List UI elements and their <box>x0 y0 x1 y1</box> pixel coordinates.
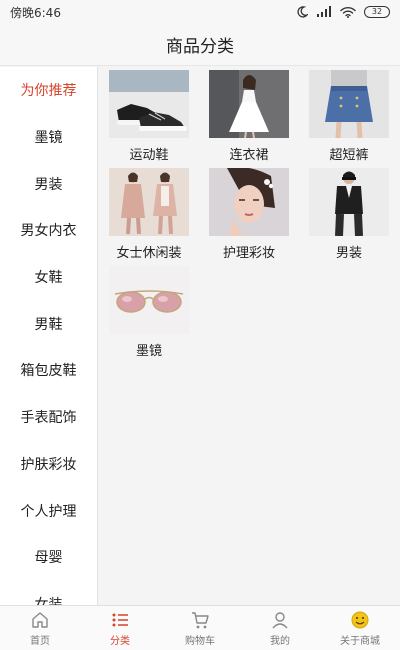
sidebar-item-label: 手表配饰 <box>20 410 77 427</box>
womens-casual-image <box>109 168 189 236</box>
tab-mine[interactable]: 我的 <box>240 606 320 650</box>
signal-icon <box>316 6 332 18</box>
tab-label: 首页 <box>30 635 50 647</box>
smiley-icon <box>350 610 370 630</box>
page-title: 商品分类 <box>166 37 234 57</box>
battery-icon: 32 <box>364 6 390 18</box>
sidebar-item-label: 女装 <box>34 596 63 605</box>
product-item-sunglasses[interactable]: 墨镜 <box>99 266 199 362</box>
makeup-image <box>209 168 289 236</box>
tab-category[interactable]: 分类 <box>80 606 160 650</box>
tab-about[interactable]: 关于商城 <box>320 606 400 650</box>
tab-home[interactable]: 首页 <box>0 606 80 650</box>
status-bar: 傍晚6:46 32 <box>0 0 400 24</box>
tab-label: 关于商城 <box>340 635 380 647</box>
product-item-denim-skirt[interactable]: 超短裤 <box>299 70 399 166</box>
user-icon <box>270 610 290 630</box>
sidebar-item-recommend[interactable]: 为你推荐 <box>0 67 97 114</box>
sidebar-item-label: 男装 <box>34 176 63 193</box>
denim-skirt-image <box>309 70 389 138</box>
sidebar-item-baby[interactable]: 母婴 <box>0 534 97 581</box>
menswear-image <box>309 168 389 236</box>
sidebar-item-label: 墨镜 <box>34 130 63 147</box>
product-label: 护理彩妆 <box>222 246 275 261</box>
title-bar: 商品分类 <box>0 24 400 66</box>
status-time: 傍晚6:46 <box>10 5 61 20</box>
product-label: 超短裤 <box>329 148 369 163</box>
sidebar-item-menswear[interactable]: 男装 <box>0 160 97 207</box>
product-grid: 运动鞋 连衣裙 超短裤 女士休闲装 护理彩妆 男装 墨镜 <box>99 67 400 362</box>
wifi-icon <box>340 6 356 18</box>
sidebar-item-personal-care[interactable]: 个人护理 <box>0 487 97 534</box>
sidebar-item-bags[interactable]: 箱包皮鞋 <box>0 347 97 394</box>
sidebar-item-label: 护肤彩妆 <box>20 456 77 473</box>
dress-image <box>209 70 289 138</box>
sidebar-item-womenswear[interactable]: 女装 <box>0 581 97 605</box>
product-label: 墨镜 <box>135 344 162 359</box>
product-label: 女士休闲装 <box>116 246 182 261</box>
product-item-womens-casual[interactable]: 女士休闲装 <box>99 168 199 264</box>
sidebar-item-skincare[interactable]: 护肤彩妆 <box>0 441 97 488</box>
status-icons: 32 <box>296 6 390 18</box>
sidebar-item-mens-shoes[interactable]: 男鞋 <box>0 300 97 347</box>
home-icon <box>30 610 50 630</box>
sidebar-item-underwear[interactable]: 男女内衣 <box>0 207 97 254</box>
bottom-tab-bar: 首页 分类 购物车 我的 关于商城 <box>0 605 400 650</box>
product-grid-area: 运动鞋 连衣裙 超短裤 女士休闲装 护理彩妆 男装 墨镜 <box>99 67 400 605</box>
battery-level: 32 <box>364 6 390 18</box>
tab-label: 我的 <box>270 635 290 647</box>
sidebar-item-label: 男女内衣 <box>20 223 77 240</box>
tab-label: 购物车 <box>185 635 215 647</box>
product-item-makeup[interactable]: 护理彩妆 <box>199 168 299 264</box>
sidebar-item-label: 母婴 <box>34 550 63 567</box>
sunglasses-image <box>109 266 189 334</box>
cart-icon <box>190 610 210 630</box>
sneaker-image <box>109 70 189 138</box>
product-item-sneakers[interactable]: 运动鞋 <box>99 70 199 166</box>
sidebar-item-watches[interactable]: 手表配饰 <box>0 394 97 441</box>
product-item-dress[interactable]: 连衣裙 <box>199 70 299 166</box>
list-icon <box>110 610 130 630</box>
tab-label: 分类 <box>110 635 130 647</box>
sidebar-item-sunglasses[interactable]: 墨镜 <box>0 114 97 161</box>
sidebar-item-label: 个人护理 <box>20 503 77 520</box>
moon-icon <box>296 6 308 18</box>
product-item-menswear[interactable]: 男装 <box>299 168 399 264</box>
sidebar-item-womens-shoes[interactable]: 女鞋 <box>0 254 97 301</box>
category-sidebar[interactable]: 为你推荐 墨镜 男装 男女内衣 女鞋 男鞋 箱包皮鞋 手表配饰 护肤彩妆 个人护… <box>0 67 98 605</box>
sidebar-item-label: 女鞋 <box>34 270 63 287</box>
product-label: 连衣裙 <box>229 148 269 163</box>
sidebar-item-label: 为你推荐 <box>20 83 77 100</box>
sidebar-item-label: 男鞋 <box>34 316 63 333</box>
product-label: 运动鞋 <box>129 148 169 163</box>
sidebar-item-label: 箱包皮鞋 <box>20 363 77 380</box>
tab-cart[interactable]: 购物车 <box>160 606 240 650</box>
product-label: 男装 <box>335 246 362 261</box>
